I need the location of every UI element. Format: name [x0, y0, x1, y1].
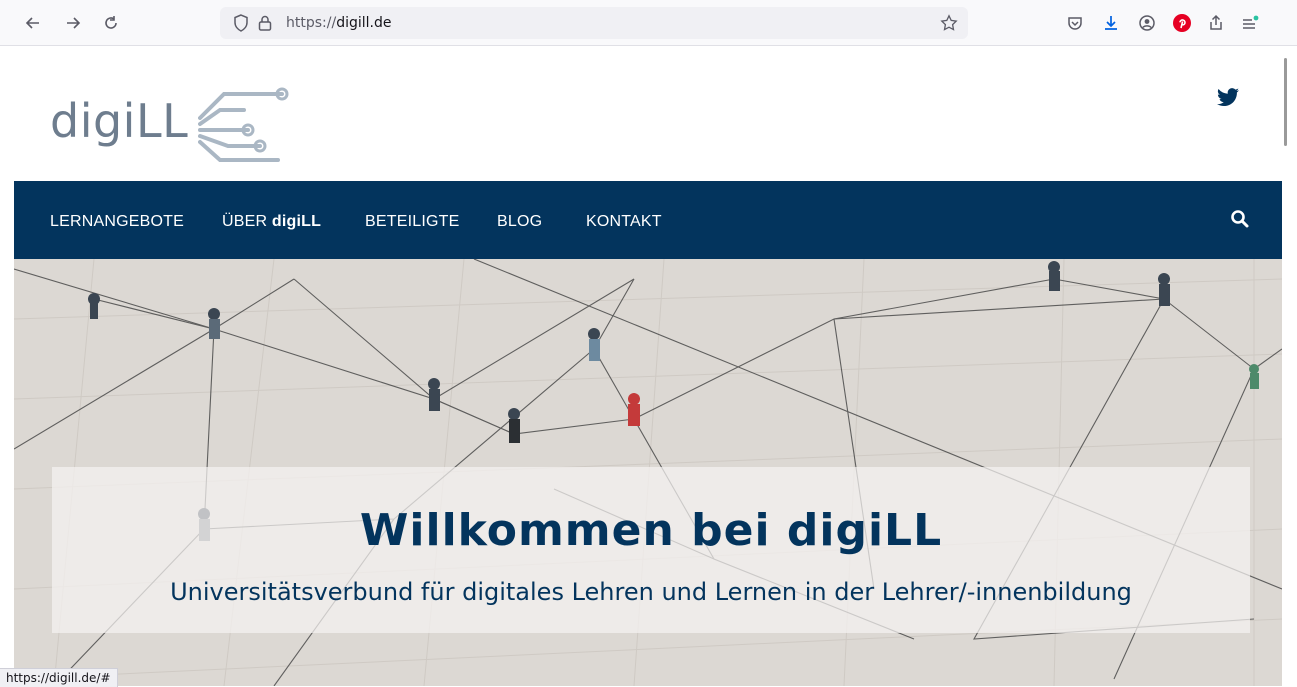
browser-toolbar: https://digill.de [0, 0, 1297, 46]
nav-item-kontakt[interactable]: KONTAKT [586, 213, 662, 231]
pocket-icon[interactable] [1064, 12, 1086, 34]
account-icon[interactable] [1136, 12, 1158, 34]
download-icon[interactable] [1100, 12, 1122, 34]
reload-icon[interactable] [100, 12, 122, 34]
menu-icon[interactable] [1239, 12, 1261, 34]
twitter-icon[interactable] [1216, 88, 1240, 110]
status-url: https://digill.de/# [0, 668, 118, 687]
pinterest-icon[interactable] [1171, 12, 1193, 34]
search-icon[interactable] [1230, 209, 1252, 231]
back-icon[interactable] [22, 12, 44, 34]
logo-text: digiLL [50, 94, 189, 148]
url-scheme: https:// [286, 15, 337, 31]
share-icon[interactable] [1205, 12, 1227, 34]
url-bar[interactable]: https://digill.de [220, 7, 968, 39]
hero-title: Willkommen bei digiLL [359, 505, 943, 556]
nav-item-ueber-digill[interactable]: ÜBER digiLL [222, 213, 321, 231]
lock-icon[interactable] [254, 12, 276, 34]
site-logo[interactable]: digiLL [50, 78, 290, 168]
nav-item-lernangebote[interactable]: LERNANGEBOTE [50, 213, 184, 231]
nav-item-blog[interactable]: BLOG [497, 213, 542, 231]
url-host: digill.de [336, 15, 392, 31]
url-text[interactable]: https://digill.de [286, 15, 391, 31]
circuit-icon [198, 87, 289, 162]
hero-banner: Willkommen bei digiLL Universitätsverbun… [14, 259, 1282, 686]
scrollbar-thumb[interactable] [1284, 58, 1287, 146]
main-nav: LERNANGEBOTE ÜBER digiLL BETEILIGTE BLOG… [14, 181, 1282, 259]
nav-item-ueber-bold: digiLL [271, 213, 322, 230]
shield-icon[interactable] [230, 12, 252, 34]
hero-subtitle: Universitätsverbund für digitales Lehren… [170, 578, 1132, 606]
forward-icon[interactable] [62, 12, 84, 34]
nav-item-beteiligte[interactable]: BETEILIGTE [365, 213, 459, 231]
star-icon[interactable] [938, 12, 960, 34]
nav-item-ueber-prefix: ÜBER [222, 213, 272, 230]
hero-text-box: Willkommen bei digiLL Universitätsverbun… [52, 467, 1250, 633]
site-header: digiLL [14, 46, 1282, 181]
